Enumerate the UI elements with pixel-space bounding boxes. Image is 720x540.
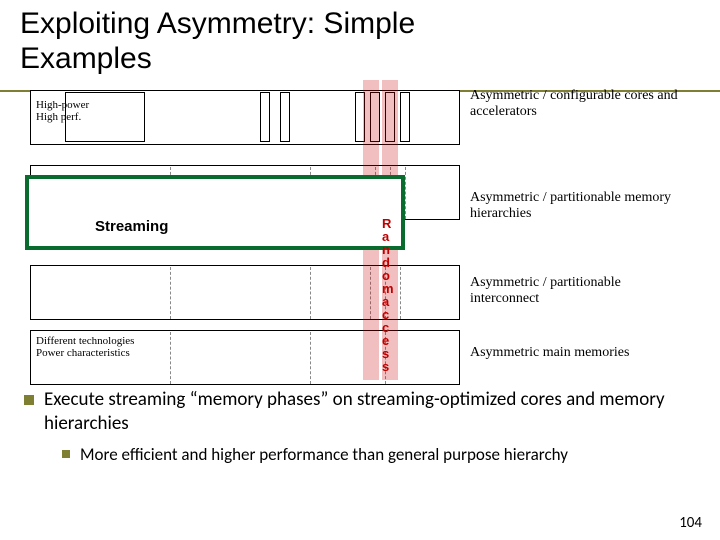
title-line-1: Exploiting Asymmetry: Simple — [20, 7, 415, 40]
streaming-label: Streaming — [95, 218, 168, 235]
bullet-icon — [62, 450, 70, 458]
ll1-a: High-power — [36, 99, 89, 111]
diagram-label-interconnect: Asymmetric / partitionable interconnect — [470, 275, 690, 307]
bullet-level-2: More efficient and higher performance th… — [62, 444, 704, 465]
divider — [170, 332, 171, 384]
bullet-1-text: Execute streaming “memory phases” on str… — [44, 388, 704, 436]
divider — [310, 332, 311, 384]
divider — [405, 167, 406, 219]
core-box — [280, 92, 290, 142]
divider — [170, 267, 171, 319]
slide-title: Exploiting Asymmetry: Simple Examples — [20, 6, 415, 77]
left-label-high-power: High-power High perf. — [36, 99, 89, 123]
diagram-label-cores: Asymmetric / configurable cores and acce… — [470, 88, 690, 120]
divider — [310, 267, 311, 319]
bullet-level-1: Execute streaming “memory phases” on str… — [24, 388, 704, 436]
ll1-b: High perf. — [36, 111, 81, 123]
title-line-2: Examples — [20, 42, 152, 75]
left-label-technologies: Different technologies Power characteris… — [36, 335, 166, 359]
bullet-2-text: More efficient and higher performance th… — [80, 444, 568, 465]
random-access-vertical-label: R a n d o m a c c e s s — [382, 217, 394, 373]
diagram-label-mem-hierarchy: Asymmetric / partitionable memory hierar… — [470, 190, 690, 222]
diagram-label-main-memory: Asymmetric main memories — [470, 345, 690, 361]
body-bullets: Execute streaming “memory phases” on str… — [24, 388, 704, 465]
slide-number: 104 — [679, 514, 702, 532]
vchar: s — [382, 360, 394, 373]
architecture-diagram: High-power High perf. Power/performance … — [30, 80, 670, 360]
divider — [400, 267, 401, 319]
streaming-highlight-box — [25, 175, 405, 250]
bullet-icon — [24, 395, 34, 405]
core-box — [260, 92, 270, 142]
core-box — [400, 92, 410, 142]
